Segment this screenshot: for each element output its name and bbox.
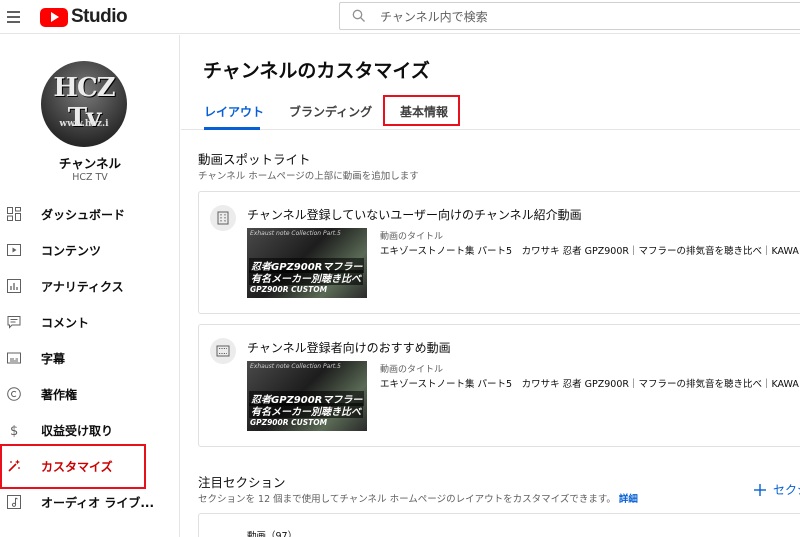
search-input[interactable]: チャンネル内で検索 <box>339 2 800 30</box>
audio-library-icon <box>7 495 21 509</box>
add-section-button[interactable]: セクシ <box>753 481 800 498</box>
card-title: チャンネル登録していないユーザー向けのチャンネル紹介動画 <box>247 208 582 222</box>
thumbnail-subheadline: 有名メーカー別聴き比べ <box>249 270 363 285</box>
avatar-url-text: www.hcz.i <box>59 119 109 129</box>
page-title: チャンネルのカスタマイズ <box>203 60 430 82</box>
tab-layout[interactable]: レイアウト <box>204 103 264 120</box>
sidebar-item-subtitles[interactable]: 字幕 <box>0 340 180 376</box>
logo-text: Studio <box>71 6 128 27</box>
sidebar-item-label: 著作権 <box>41 387 78 402</box>
video-title: エキゾーストノート集 パート5 カワサキ 忍者 GPZ900R｜マフラーの排気音… <box>380 379 799 390</box>
copyright-icon <box>7 387 21 401</box>
channel-handle: HCZ TV <box>72 172 108 183</box>
dollar-icon: $ <box>10 424 18 438</box>
search-placeholder: チャンネル内で検索 <box>380 9 488 24</box>
featured-video-icon[interactable] <box>210 338 236 364</box>
thumbnail-subheadline: 有名メーカー別聴き比べ <box>249 403 363 418</box>
sidebar-item-comments[interactable]: コメント <box>0 304 180 340</box>
sidebar-item-analytics[interactable]: アナリティクス <box>0 268 180 304</box>
sidebar-item-label: コンテンツ <box>41 243 102 258</box>
channel-title: チャンネル <box>58 156 122 171</box>
search-icon <box>352 9 365 22</box>
video-thumbnail[interactable]: Exhaust note Collection Part.5 忍者GPZ900R… <box>247 361 367 431</box>
sidebar-item-label: 収益受け取り <box>41 423 114 438</box>
sidebar-item-audio-library[interactable]: オーディオ ライブ... <box>0 484 180 520</box>
video-thumbnail[interactable]: Exhaust note Collection Part.5 忍者GPZ900R… <box>247 228 367 298</box>
youtube-play-icon <box>40 7 68 27</box>
sidebar-item-label: オーディオ ライブ... <box>41 495 155 510</box>
thumbnail-footer: GPZ900R CUSTOM <box>250 418 328 427</box>
featured-sections-description: セクションを 12 個まで使用してチャンネル ホームページのレイアウトをカスタマ… <box>198 491 638 505</box>
subtitles-icon <box>7 352 21 364</box>
svg-text:$: $ <box>10 424 18 438</box>
drag-handle-icon[interactable] <box>210 205 236 231</box>
sidebar-item-monetization[interactable]: $ 収益受け取り <box>0 412 180 448</box>
tab-branding[interactable]: ブランディング <box>289 103 372 120</box>
active-tab-indicator <box>204 127 260 130</box>
card-title: チャンネル登録者向けのおすすめ動画 <box>247 341 451 355</box>
customize-highlight-box <box>0 444 146 489</box>
sidebar-item-copyright[interactable]: 著作権 <box>0 376 180 412</box>
learn-more-link[interactable]: 詳細 <box>619 494 638 505</box>
thumbnail-caption: Exhaust note Collection Part.5 <box>250 230 341 237</box>
plus-icon <box>754 483 766 496</box>
thumbnail-footer: GPZ900R CUSTOM <box>250 285 328 294</box>
comment-icon <box>7 316 21 329</box>
spotlight-description: チャンネル ホームページの上部に動画を追加します <box>198 171 419 182</box>
sidebar-item-content[interactable]: コンテンツ <box>0 232 180 268</box>
spotlight-card-subscribers[interactable]: チャンネル登録者向けのおすすめ動画 Exhaust note Collectio… <box>198 324 800 447</box>
add-section-label: セクシ <box>773 483 800 497</box>
dashboard-icon <box>7 207 21 221</box>
thumbnail-caption: Exhaust note Collection Part.5 <box>250 363 341 370</box>
video-title-label: 動画のタイトル <box>380 365 444 375</box>
sidebar-item-dashboard[interactable]: ダッシュボード <box>0 196 180 232</box>
spotlight-card-non-subscribers[interactable]: チャンネル登録していないユーザー向けのチャンネル紹介動画 Exhaust not… <box>198 191 800 314</box>
tab-bar: レイアウト ブランディング 基本情報 <box>181 91 800 130</box>
analytics-icon <box>7 279 21 293</box>
studio-logo[interactable]: Studio <box>40 6 128 28</box>
main-content: チャンネルのカスタマイズ レイアウト ブランディング 基本情報 動画スポットライ… <box>181 35 800 537</box>
featured-description-text: セクションを 12 個まで使用してチャンネル ホームページのレイアウトをカスタマ… <box>198 494 616 505</box>
section-card-videos[interactable]: 動画（97） <box>198 513 800 537</box>
video-title-label: 動画のタイトル <box>380 232 444 242</box>
basic-info-highlight-box <box>383 95 460 126</box>
spotlight-title: 動画スポットライト <box>198 152 311 167</box>
top-bar: Studio チャンネル内で検索 <box>0 0 800 34</box>
content-icon <box>7 244 21 256</box>
sidebar-item-label: アナリティクス <box>41 279 124 294</box>
sidebar-item-label: コメント <box>41 315 90 330</box>
featured-sections-title: 注目セクション <box>198 475 286 490</box>
sidebar-item-label: ダッシュボード <box>41 207 126 222</box>
hamburger-menu-icon[interactable] <box>4 6 24 26</box>
video-title: エキゾーストノート集 パート5 カワサキ 忍者 GPZ900R｜マフラーの排気音… <box>380 246 799 257</box>
channel-avatar[interactable]: HCZ Tv www.hcz.i <box>41 61 127 147</box>
section-card-title: 動画（97） <box>247 531 298 537</box>
sidebar-item-label: 字幕 <box>41 351 66 366</box>
